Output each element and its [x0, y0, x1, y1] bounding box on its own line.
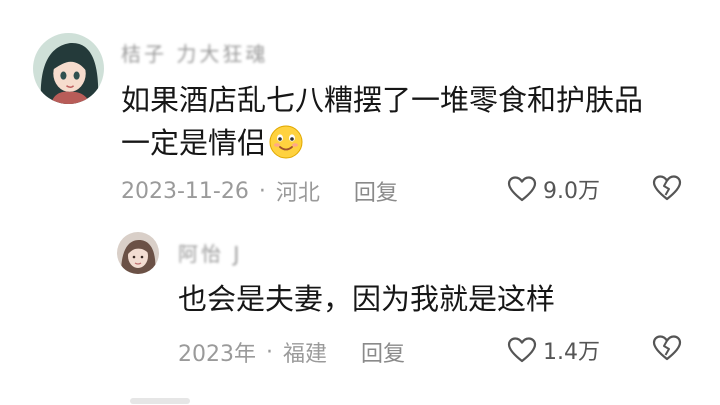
- reply-like-button[interactable]: 1.4万: [507, 334, 600, 366]
- broken-heart-icon: [652, 335, 682, 361]
- reply-dislike-button[interactable]: [652, 334, 682, 366]
- comment-meta-separator: ·: [258, 178, 266, 204]
- comment-like-count: 9.0万: [543, 179, 600, 204]
- reply-like-count: 1.4万: [543, 340, 600, 365]
- comment-location: 河北: [275, 181, 320, 206]
- comment-username[interactable]: 桔子 力大狂魂: [121, 38, 268, 67]
- smiling-face-emoji-icon: [269, 125, 303, 159]
- user-photo-avatar-image: [117, 232, 159, 274]
- comment-dislike-button[interactable]: [652, 174, 682, 206]
- comment-like-button[interactable]: 9.0万: [507, 173, 600, 205]
- comment-content: 如果酒店乱七八糟摆了一堆零食和护肤品 一定是情侣: [121, 79, 643, 165]
- heart-outline-icon: [507, 176, 537, 202]
- reply-reply-button[interactable]: 回复: [361, 336, 405, 368]
- comment-content-line2-text: 一定是情侣: [121, 126, 267, 160]
- heart-outline-icon: [507, 337, 537, 363]
- comment-reply-button[interactable]: 回复: [354, 175, 398, 207]
- reply-location: 福建: [283, 342, 328, 367]
- reply-meta-separator: ·: [266, 339, 273, 365]
- anime-girl-avatar-image: [33, 33, 104, 104]
- reply-meta: 2023年 · 福建 回复: [178, 336, 405, 368]
- comment-content-line1: 如果酒店乱七八糟摆了一堆零食和护肤品: [121, 83, 644, 117]
- comment-content-line2: 一定是情侣: [121, 122, 643, 165]
- next-comment-hint: [130, 398, 190, 404]
- comment-meta: 2023-11-26 · 河北 回复: [121, 175, 398, 207]
- reply-content: 也会是夫妻，因为我就是这样: [178, 282, 556, 316]
- reply-avatar[interactable]: [117, 232, 159, 274]
- comment-date: 2023-11-26: [121, 178, 249, 204]
- reply-date: 2023年: [178, 342, 256, 367]
- broken-heart-icon: [652, 175, 682, 201]
- comment-avatar[interactable]: [33, 33, 104, 104]
- reply-username[interactable]: 阿怡 J: [178, 238, 242, 267]
